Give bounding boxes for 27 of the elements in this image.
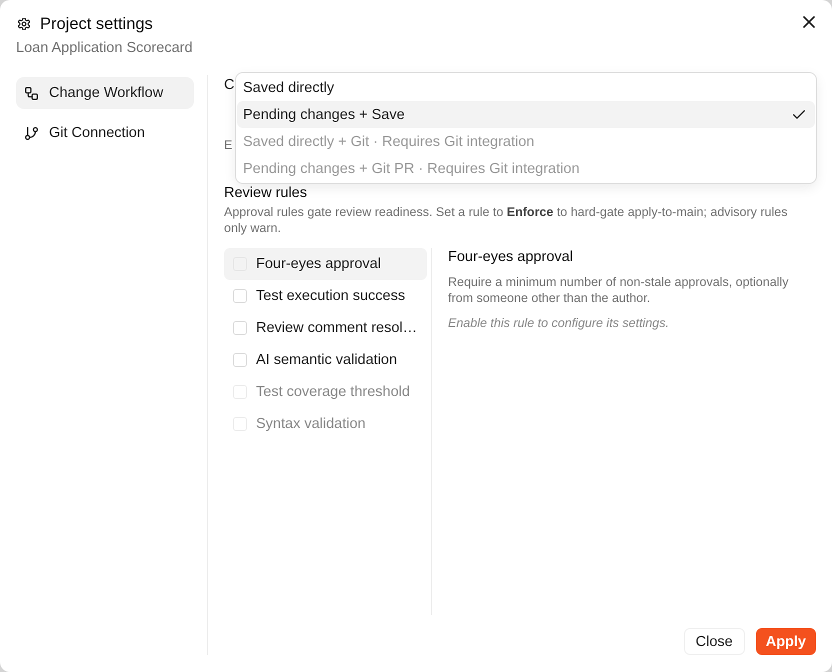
dialog-subtitle: Loan Application Scorecard xyxy=(16,39,193,58)
rule-item[interactable]: AI semantic validation xyxy=(224,344,427,376)
close-button[interactable] xyxy=(802,15,816,29)
rule-description: Require a minimum number of non-stale approvals, optionally from someone other than the author. xyxy=(448,274,790,306)
workflow-icon xyxy=(25,86,38,100)
dropdown-option[interactable]: Pending changes + Save xyxy=(237,101,815,128)
field-hint: E xyxy=(224,137,232,153)
checkbox[interactable] xyxy=(233,289,247,303)
sidebar-item[interactable]: Git Connection xyxy=(16,117,194,149)
section-heading: Review rules xyxy=(224,184,307,203)
rule-title: Four-eyes approval xyxy=(448,248,573,267)
checkbox[interactable] xyxy=(233,321,247,335)
close-text-button[interactable]: Close xyxy=(684,628,745,655)
check-icon xyxy=(793,110,805,119)
field-label: C xyxy=(224,76,234,95)
sidebar-item[interactable]: Change Workflow xyxy=(16,77,194,109)
rule-item[interactable]: Review comment resol… xyxy=(224,312,427,344)
settings-icon xyxy=(18,18,30,30)
rule-item[interactable]: Four-eyes approval xyxy=(224,248,427,280)
dialog-title: Project settings xyxy=(40,14,153,34)
rule-note: Enable this rule to configure its settings. xyxy=(448,315,669,331)
section-description: Approval rules gate review readiness. Set a rule to Enforce to hard-gate apply-to-main; advisory rules only warn. xyxy=(224,204,788,236)
close-icon xyxy=(803,16,815,28)
git-branch-icon xyxy=(25,126,38,140)
checkbox[interactable] xyxy=(233,353,247,367)
rule-item[interactable]: Test execution success xyxy=(224,280,427,312)
dropdown-option[interactable]: Saved directly xyxy=(237,74,815,101)
